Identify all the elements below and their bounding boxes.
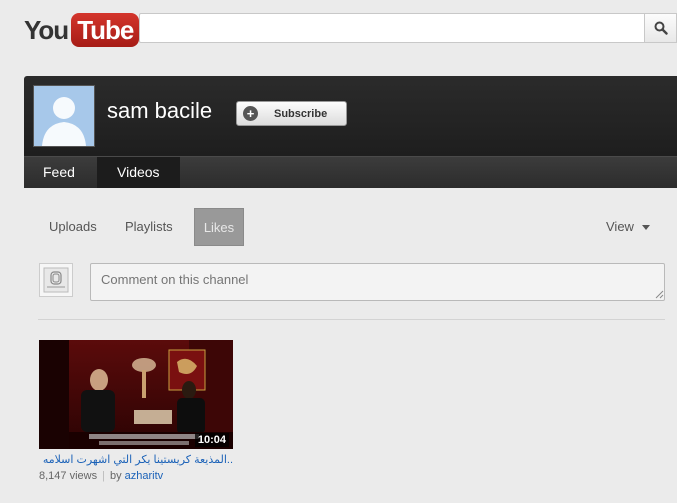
video-views: 8,147 views (39, 470, 98, 482)
video-duration: 10:04 (194, 433, 229, 447)
subnav-playlists[interactable]: Playlists (125, 208, 173, 246)
video-meta: 8,147 views | by azharitv (39, 470, 163, 482)
logo-you-text: You (24, 14, 69, 45)
logo-tube-text: Tube (71, 13, 140, 47)
subnav-likes[interactable]: Likes (194, 208, 244, 246)
search-button[interactable] (645, 13, 677, 43)
default-user-icon (34, 86, 94, 146)
subscribe-label: Subscribe (274, 107, 328, 120)
view-dropdown[interactable]: View (606, 208, 650, 246)
video-author-link[interactable]: azharitv (125, 470, 164, 482)
youtube-logo[interactable]: You Tube (24, 12, 140, 48)
view-label: View (606, 219, 634, 234)
comment-input[interactable] (90, 263, 665, 301)
search-icon (654, 21, 668, 35)
content-divider (38, 319, 665, 320)
masthead: You Tube (0, 0, 677, 62)
fingerprint-avatar-icon (43, 267, 69, 293)
resize-grip-icon[interactable] (654, 289, 664, 299)
search-input[interactable] (140, 14, 644, 42)
video-title-link[interactable]: ..المذيعة كريستينا يكر التي اشهرت اسلامه (39, 453, 233, 466)
plus-icon: + (243, 106, 258, 121)
channel-name: sam bacile (107, 98, 213, 123)
meta-separator: | (102, 470, 105, 482)
channel-content: Uploads Playlists Likes View Comment on … (24, 188, 677, 503)
commenter-avatar (39, 263, 73, 297)
subnav-uploads[interactable]: Uploads (49, 208, 97, 246)
channel-tabs: Feed Videos (24, 156, 677, 188)
video-thumbnail[interactable]: 10:04 (39, 340, 233, 449)
search-box[interactable] (139, 13, 645, 43)
channel-avatar[interactable] (33, 85, 95, 147)
channel-header: sam bacile + Subscribe (24, 76, 677, 156)
chevron-down-icon (641, 225, 650, 231)
tab-videos[interactable]: Videos (97, 157, 180, 188)
subscribe-button[interactable]: + Subscribe (236, 101, 347, 126)
video-by-label: by (109, 470, 122, 482)
tab-feed[interactable]: Feed (24, 157, 94, 188)
